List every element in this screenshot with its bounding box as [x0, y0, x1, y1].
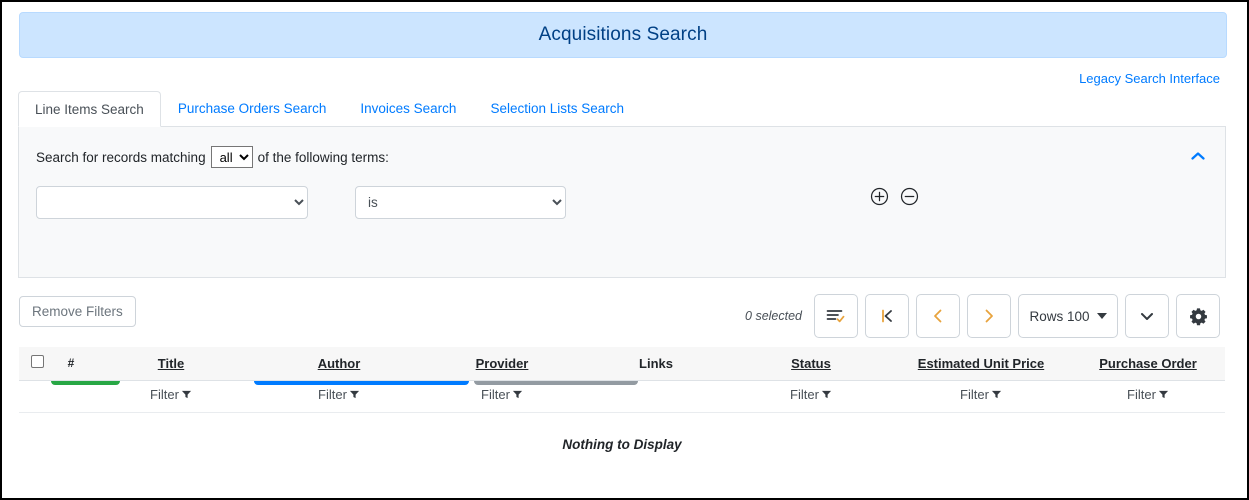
filter-author-label: Filter — [318, 387, 347, 402]
search-form-panel: Search for records matching all of the f… — [18, 127, 1226, 408]
table-body: Nothing to Display — [19, 413, 1225, 475]
funnel-icon — [512, 390, 523, 399]
next-page-button[interactable] — [967, 294, 1011, 338]
funnel-icon — [1158, 390, 1169, 399]
column-header-links: Links — [581, 347, 731, 381]
tab-line-items-search[interactable]: Line Items Search — [18, 91, 161, 127]
rows-per-page-button[interactable]: Rows 100 — [1018, 294, 1118, 338]
funnel-icon — [991, 390, 1002, 399]
results-table: # Title Author Provider Links Status Est… — [19, 347, 1225, 474]
table-filter-row: Filter Filter Filter Filter Filter Filte… — [19, 380, 1225, 413]
rows-per-page-label: Rows 100 — [1029, 308, 1090, 324]
remove-filters-button[interactable]: Remove Filters — [19, 296, 136, 327]
match-prefix-label: Search for records matching — [36, 149, 206, 165]
filter-cell-purchase-order: Filter — [1071, 380, 1225, 413]
plus-circle-icon[interactable] — [870, 187, 889, 206]
match-mode-row: Search for records matching all of the f… — [36, 146, 389, 168]
acquisitions-search-page: Acquisitions Search Legacy Search Interf… — [0, 0, 1249, 500]
filter-title-button[interactable]: Filter — [150, 387, 192, 402]
tab-selection-lists-search[interactable]: Selection Lists Search — [473, 90, 641, 126]
filter-cell-author: Filter — [255, 380, 423, 413]
legacy-search-interface-link[interactable]: Legacy Search Interface — [1079, 71, 1220, 86]
filter-cell-number — [55, 380, 87, 413]
page-title: Acquisitions Search — [538, 24, 708, 45]
sort-author-link[interactable]: Author — [318, 356, 361, 371]
filter-cell-status: Filter — [731, 380, 891, 413]
results-toolbar: 0 selected Rows 100 — [745, 294, 1220, 338]
funnel-icon — [181, 390, 192, 399]
first-page-button[interactable] — [865, 294, 909, 338]
filter-status-button[interactable]: Filter — [790, 387, 832, 402]
select-actions-button[interactable] — [814, 294, 858, 338]
filter-provider-label: Filter — [481, 387, 510, 402]
funnel-icon — [821, 390, 832, 399]
filter-status-label: Filter — [790, 387, 819, 402]
sort-provider-link[interactable]: Provider — [476, 356, 529, 371]
filter-cell-title: Filter — [87, 380, 255, 413]
filter-author-button[interactable]: Filter — [318, 387, 360, 402]
filter-cell-select — [19, 380, 55, 413]
page-title-banner: Acquisitions Search — [19, 12, 1227, 58]
chevron-right-icon — [985, 309, 993, 323]
sort-estimated-unit-price-link[interactable]: Estimated Unit Price — [918, 356, 1044, 371]
search-tabs: Line Items Search Purchase Orders Search… — [18, 90, 1226, 127]
funnel-icon — [349, 390, 360, 399]
column-settings-button[interactable] — [1176, 294, 1220, 338]
empty-state-row: Nothing to Display — [19, 413, 1225, 475]
filter-cell-estimated-unit-price: Filter — [891, 380, 1071, 413]
column-header-author: Author — [255, 347, 423, 381]
search-operator-select[interactable]: is — [355, 186, 566, 219]
filter-cell-links — [581, 380, 731, 413]
sort-purchase-order-link[interactable]: Purchase Order — [1099, 356, 1197, 371]
chevron-up-icon[interactable] — [1189, 147, 1207, 165]
select-all-checkbox[interactable] — [30, 355, 44, 368]
empty-state-message: Nothing to Display — [562, 437, 682, 452]
filter-purchase-order-button[interactable]: Filter — [1127, 387, 1169, 402]
term-controls — [870, 187, 919, 206]
column-header-estimated-unit-price: Estimated Unit Price — [891, 347, 1071, 381]
chevron-down-icon — [1141, 313, 1153, 320]
column-header-provider: Provider — [423, 347, 581, 381]
filter-cell-provider: Filter — [423, 380, 581, 413]
match-mode-select[interactable]: all — [210, 146, 253, 168]
first-page-icon — [882, 309, 892, 323]
filter-estimated-unit-price-label: Filter — [960, 387, 989, 402]
column-header-purchase-order: Purchase Order — [1071, 347, 1225, 381]
caret-down-icon — [1096, 313, 1107, 319]
list-check-icon — [826, 310, 845, 323]
search-field-select[interactable] — [36, 186, 308, 219]
sort-title-link[interactable]: Title — [158, 356, 185, 371]
previous-page-button[interactable] — [916, 294, 960, 338]
sort-status-link[interactable]: Status — [791, 356, 831, 371]
filter-estimated-unit-price-button[interactable]: Filter — [960, 387, 1002, 402]
select-all-header — [19, 347, 55, 381]
match-suffix-label: of the following terms: — [257, 149, 389, 165]
gear-icon — [1189, 307, 1207, 325]
column-header-title: Title — [87, 347, 255, 381]
tab-invoices-search[interactable]: Invoices Search — [343, 90, 473, 126]
filter-provider-button[interactable]: Filter — [481, 387, 523, 402]
column-header-status: Status — [731, 347, 891, 381]
selected-count-label: 0 selected — [745, 309, 802, 323]
search-term-row: is — [36, 186, 566, 219]
expand-toolbar-button[interactable] — [1125, 294, 1169, 338]
filter-purchase-order-label: Filter — [1127, 387, 1156, 402]
table-header-row: # Title Author Provider Links Status Est… — [19, 347, 1225, 381]
minus-circle-icon[interactable] — [900, 187, 919, 206]
tab-purchase-orders-search[interactable]: Purchase Orders Search — [161, 90, 344, 126]
column-header-number: # — [55, 347, 87, 381]
chevron-left-icon — [934, 309, 942, 323]
filter-title-label: Filter — [150, 387, 179, 402]
